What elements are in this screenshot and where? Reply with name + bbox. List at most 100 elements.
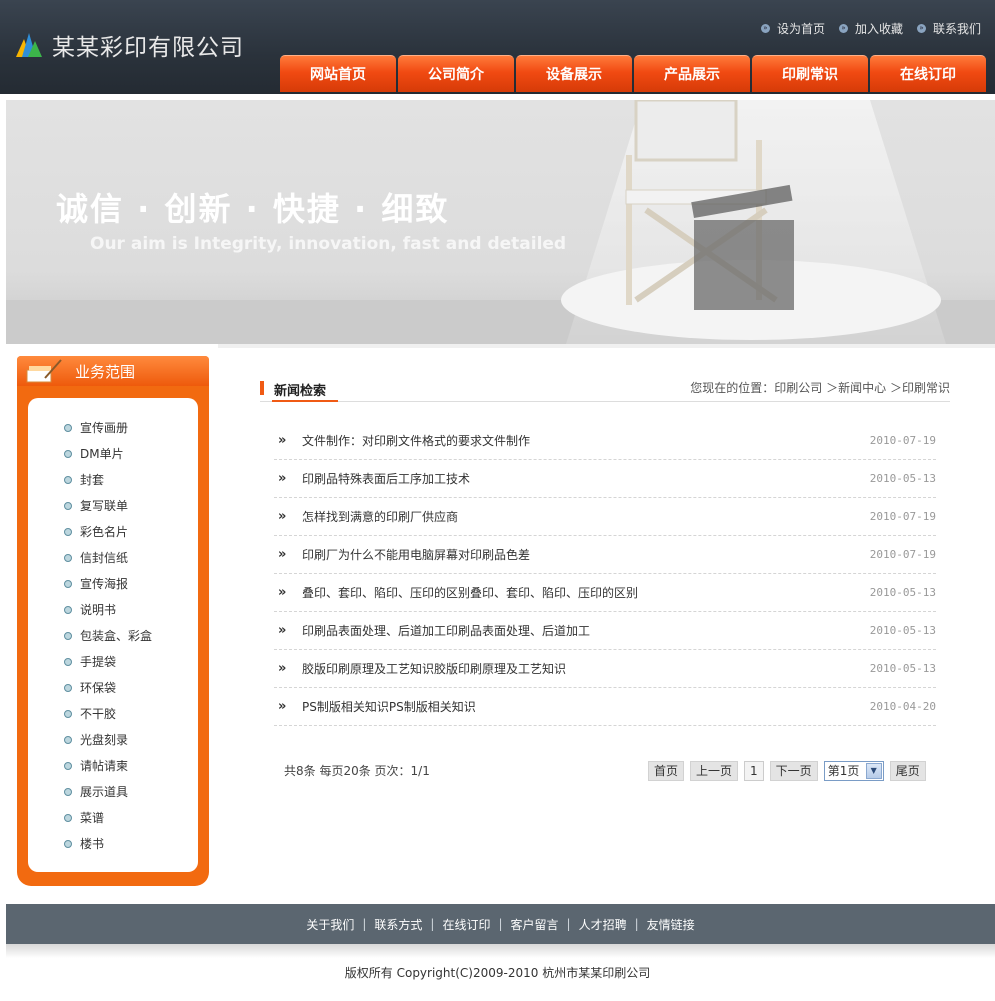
nav-products[interactable]: 产品展示: [634, 55, 750, 92]
page-select[interactable]: 第1页 ▼: [823, 761, 884, 781]
banner: 诚信 · 创新 · 快捷 · 细致 Our aim is Integrity, …: [6, 100, 995, 344]
news-title-link[interactable]: 文件制作：对印刷文件格式的要求文件制作: [302, 432, 530, 449]
sidebar-item[interactable]: 包装盒、彩盒: [64, 628, 198, 654]
breadcrumb-item-home[interactable]: 印刷公司: [774, 381, 822, 395]
double-chevron-icon: »: [278, 585, 286, 600]
footer-links: 关于我们 | 联系方式 | 在线订印 | 客户留言 | 人才招聘 | 友情链接: [6, 904, 995, 944]
sidebar-item-label: 宣传画册: [80, 421, 129, 435]
breadcrumb-item-current[interactable]: 印刷常识: [902, 381, 950, 395]
title-marker: [260, 381, 264, 395]
double-chevron-icon: »: [278, 699, 286, 714]
bullet-icon: »: [760, 24, 770, 33]
sidebar-item[interactable]: 封套: [64, 472, 198, 498]
sidebar-item[interactable]: 展示道具: [64, 784, 198, 810]
title-underline: [272, 400, 338, 402]
news-title-link[interactable]: PS制版相关知识PS制版相关知识: [302, 698, 476, 715]
sidebar-item[interactable]: DM单片: [64, 446, 198, 472]
bullet-icon: [64, 424, 72, 432]
bullet-icon: [64, 788, 72, 796]
bullet-icon: [64, 606, 72, 614]
chevron-down-icon: ▼: [865, 763, 882, 779]
news-title-link[interactable]: 怎样找到满意的印刷厂供应商: [302, 508, 458, 525]
pager-info: 共8条 每页20条 页次：1/1: [284, 764, 430, 778]
breadcrumb-prefix: 您现在的位置：: [690, 381, 775, 395]
sidebar-item[interactable]: 复写联单: [64, 498, 198, 524]
section-title: 新闻检索: [274, 384, 327, 399]
footer-link-contact[interactable]: 联系方式: [374, 916, 422, 933]
footer-separator: |: [498, 917, 503, 931]
add-favorite-link[interactable]: » 加入收藏: [838, 20, 903, 37]
sidebar-item[interactable]: 信封信纸: [64, 550, 198, 576]
sidebar-item-label: 光盘刻录: [80, 733, 129, 747]
first-page-button[interactable]: 首页: [648, 761, 685, 781]
bullet-icon: [64, 762, 72, 770]
double-chevron-icon: »: [278, 623, 286, 638]
logo[interactable]: 某某彩印有限公司: [12, 28, 244, 62]
nav-equipment[interactable]: 设备展示: [516, 55, 632, 92]
news-title-link[interactable]: 印刷品表面处理、后道加工印刷品表面处理、后道加工: [302, 622, 590, 639]
bullet-icon: [64, 736, 72, 744]
main-content: 新闻检索 您现在的位置：印刷公司 ＞新闻中心 ＞印刷常识 » 文件制作：对印刷文件…: [218, 344, 995, 904]
sidebar-item[interactable]: 菜谱: [64, 810, 198, 836]
bullet-icon: [64, 840, 72, 848]
contact-us-label: 联系我们: [932, 22, 981, 36]
contact-us-link[interactable]: » 联系我们: [916, 20, 981, 37]
sidebar-item[interactable]: 宣传画册: [64, 420, 198, 446]
bullet-icon: »: [838, 24, 848, 33]
double-chevron-icon: »: [278, 433, 286, 448]
bullet-icon: [64, 814, 72, 822]
news-list: » 文件制作：对印刷文件格式的要求文件制作 2010-07-19 » 印刷品特殊表面后工…: [274, 422, 936, 726]
footer-link-about[interactable]: 关于我们: [306, 916, 354, 933]
sidebar-item[interactable]: 宣传海报: [64, 576, 198, 602]
bullet-icon: [64, 502, 72, 510]
bullet-icon: [64, 554, 72, 562]
add-favorite-label: 加入收藏: [854, 22, 903, 36]
sidebar-item-label: 宣传海报: [80, 577, 129, 591]
news-date: 2010-05-13: [869, 472, 936, 485]
news-row: » 印刷品表面处理、后道加工印刷品表面处理、后道加工 2010-05-13: [274, 612, 936, 650]
next-page-button[interactable]: 下一页: [769, 761, 818, 781]
news-date: 2010-05-13: [869, 662, 936, 675]
news-title-link[interactable]: 印刷品特殊表面后工序加工技术: [302, 470, 470, 487]
news-title-link[interactable]: 印刷厂为什么不能用电脑屏幕对印刷品色差: [302, 546, 530, 563]
nav-order[interactable]: 在线订印: [870, 55, 986, 92]
sidebar-item-label: 菜谱: [80, 811, 105, 825]
logo-icon: [12, 29, 44, 61]
prev-page-button[interactable]: 上一页: [690, 761, 739, 781]
nav-home[interactable]: 网站首页: [280, 55, 396, 92]
set-homepage-label: 设为首页: [776, 22, 825, 36]
footer-link-order[interactable]: 在线订印: [442, 916, 490, 933]
news-date: 2010-07-19: [869, 510, 936, 523]
pager: 首页 上一页 1 下一页 第1页 ▼ 尾页: [648, 761, 926, 781]
footer-link-guestbook[interactable]: 客户留言: [511, 916, 559, 933]
company-name: 某某彩印有限公司: [52, 35, 244, 61]
sidebar-item[interactable]: 手提袋: [64, 654, 198, 680]
footer-link-jobs[interactable]: 人才招聘: [579, 916, 627, 933]
sidebar-item[interactable]: 不干胶: [64, 706, 198, 732]
bullet-icon: [64, 658, 72, 666]
sidebar-item[interactable]: 光盘刻录: [64, 732, 198, 758]
sidebar-item[interactable]: 请帖请柬: [64, 758, 198, 784]
sidebar-item[interactable]: 说明书: [64, 602, 198, 628]
footer-link-friends[interactable]: 友情链接: [647, 916, 695, 933]
footer-separator: |: [634, 917, 639, 931]
sidebar-item[interactable]: 彩色名片: [64, 524, 198, 550]
sidebar-item[interactable]: 楼书: [64, 836, 198, 862]
footer-separator: |: [430, 917, 435, 931]
sidebar-item-label: 展示道具: [80, 785, 129, 799]
nav-knowledge[interactable]: 印刷常识: [752, 55, 868, 92]
nav-about[interactable]: 公司简介: [398, 55, 514, 92]
sidebar-header: 业务范围: [17, 356, 209, 386]
banner-slogan-english: Our aim is Integrity, innovation, fast a…: [90, 234, 567, 254]
breadcrumb-sep: ＞: [826, 381, 839, 395]
bullet-icon: [64, 580, 72, 588]
news-title-link[interactable]: 叠印、套印、陷印、压印的区别叠印、套印、陷印、压印的区别: [302, 584, 638, 601]
news-title-link[interactable]: 胶版印刷原理及工艺知识胶版印刷原理及工艺知识: [302, 660, 566, 677]
news-row: » 文件制作：对印刷文件格式的要求文件制作 2010-07-19: [274, 422, 936, 460]
sidebar-item[interactable]: 环保袋: [64, 680, 198, 706]
last-page-button[interactable]: 尾页: [889, 761, 926, 781]
set-homepage-link[interactable]: » 设为首页: [760, 20, 825, 37]
breadcrumb-item-news[interactable]: 新闻中心: [838, 381, 886, 395]
current-page-number: 1: [744, 761, 764, 781]
bullet-icon: [64, 476, 72, 484]
